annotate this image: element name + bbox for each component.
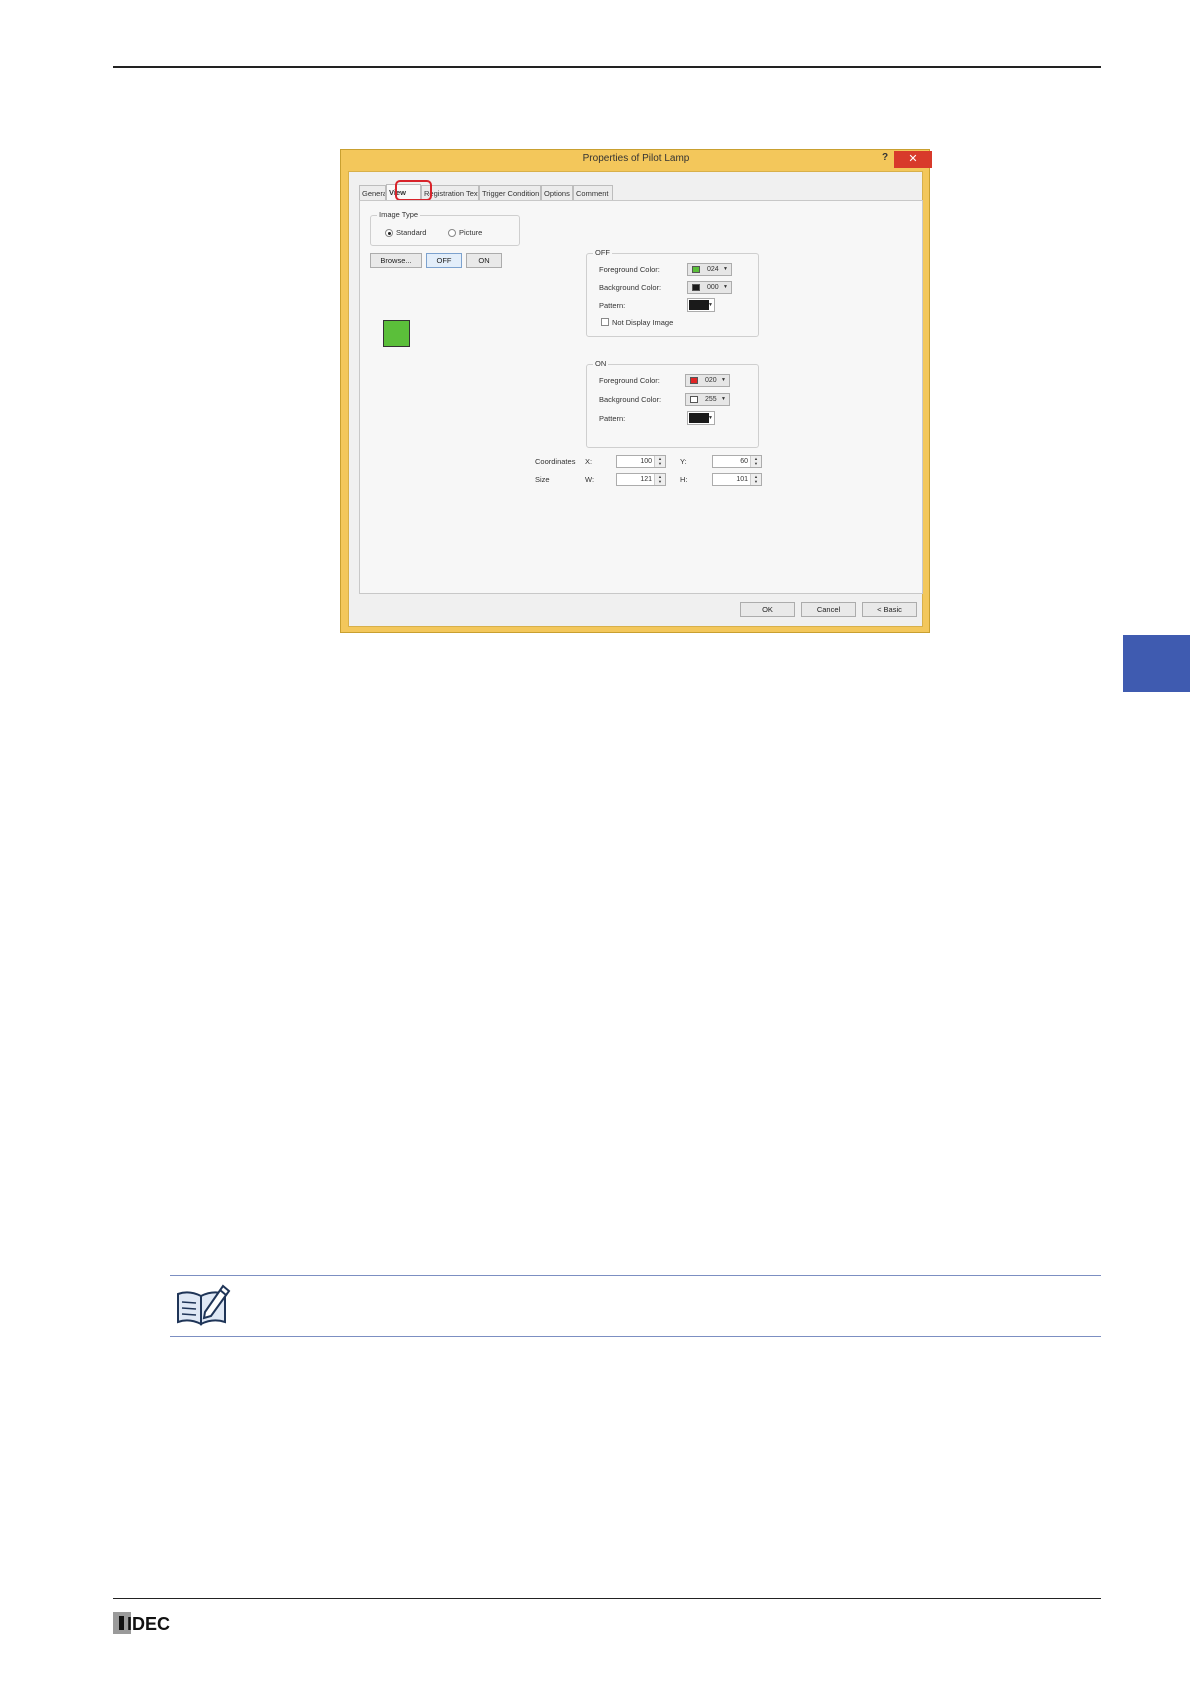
off-foreground-swatch xyxy=(692,266,700,273)
standard-radio[interactable] xyxy=(385,229,393,237)
picture-radio[interactable] xyxy=(448,229,456,237)
pattern-swatch xyxy=(689,413,709,423)
x-value: 100 xyxy=(640,458,652,465)
close-button[interactable]: ✕ xyxy=(894,151,932,168)
footer-rule xyxy=(113,1598,1101,1599)
not-display-image-label: Not Display Image xyxy=(612,318,674,327)
on-foreground-swatch xyxy=(690,377,698,384)
basic-button[interactable]: < Basic xyxy=(862,602,917,617)
chapter-side-tab xyxy=(1123,635,1190,692)
chevron-down-icon: ▼ xyxy=(723,284,728,290)
spin-arrows-icon[interactable]: ▲ ▼ xyxy=(654,456,665,467)
picture-label: Picture xyxy=(459,228,483,237)
y-value: 60 xyxy=(740,458,748,465)
off-background-swatch xyxy=(692,284,700,291)
on-background-value: 255 xyxy=(705,396,717,403)
on-background-color-select[interactable]: 255 ▼ xyxy=(685,393,730,406)
tab-comment[interactable]: Comment xyxy=(573,185,613,200)
help-icon[interactable]: ? xyxy=(882,152,888,163)
off-background-color-select[interactable]: 000 ▼ xyxy=(687,281,732,294)
w-spinbox[interactable]: 121 ▲ ▼ xyxy=(616,473,666,486)
off-foreground-value: 024 xyxy=(707,266,719,273)
on-foreground-label: Foreground Color: xyxy=(599,376,660,385)
h-value: 101 xyxy=(736,476,748,483)
pilot-lamp-properties-dialog: Properties of Pilot Lamp ? ✕ General Vie… xyxy=(340,149,932,633)
not-display-image-checkbox[interactable] xyxy=(601,318,609,326)
browse-button[interactable]: Browse... xyxy=(370,253,422,268)
on-legend: ON xyxy=(593,359,609,368)
chevron-down-icon: ▼ xyxy=(721,396,726,402)
off-button[interactable]: OFF xyxy=(426,253,462,268)
note-bottom-rule xyxy=(170,1336,1101,1337)
logo-text: IDEC xyxy=(127,1614,170,1634)
spin-arrows-icon[interactable]: ▲ ▼ xyxy=(750,474,761,485)
on-background-swatch xyxy=(690,396,698,403)
note-top-rule xyxy=(170,1275,1101,1276)
on-foreground-value: 020 xyxy=(705,377,717,384)
on-background-label: Background Color: xyxy=(599,395,662,404)
on-foreground-color-select[interactable]: 020 ▼ xyxy=(685,374,730,387)
image-type-group: Image Type Standard Picture xyxy=(370,210,520,246)
dialog-body: General View Registration Text Trigger C… xyxy=(348,171,923,627)
chevron-down-icon: ▼ xyxy=(708,302,713,308)
on-pattern-label: Pattern: xyxy=(599,414,626,423)
off-legend: OFF xyxy=(593,248,612,257)
w-value: 121 xyxy=(640,476,652,483)
off-pattern-select[interactable]: ▼ xyxy=(687,298,715,312)
spin-arrows-icon[interactable]: ▲ ▼ xyxy=(750,456,761,467)
x-label: X: xyxy=(585,457,593,466)
view-tab-page: Image Type Standard Picture Browse... OF… xyxy=(359,200,923,594)
y-spinbox[interactable]: 60 ▲ ▼ xyxy=(712,455,762,468)
chevron-down-icon: ▼ xyxy=(721,377,726,383)
dialog-title: Properties of Pilot Lamp xyxy=(582,153,690,164)
h-label: H: xyxy=(680,475,688,484)
cancel-button[interactable]: Cancel xyxy=(801,602,856,617)
tab-options[interactable]: Options xyxy=(541,185,573,200)
off-background-value: 000 xyxy=(707,284,719,291)
size-label: Size xyxy=(535,475,550,484)
on-pattern-select[interactable]: ▼ xyxy=(687,411,715,425)
image-type-legend: Image Type xyxy=(377,210,421,219)
ok-button[interactable]: OK xyxy=(740,602,795,617)
pattern-swatch xyxy=(689,300,709,310)
x-spinbox[interactable]: 100 ▲ ▼ xyxy=(616,455,666,468)
coordinates-label: Coordinates xyxy=(535,457,576,466)
off-foreground-color-select[interactable]: 024 ▼ xyxy=(687,263,732,276)
tab-trigger-condition[interactable]: Trigger Condition xyxy=(479,185,541,200)
on-settings-group: ON Foreground Color: 020 ▼ Background Co… xyxy=(586,359,759,448)
off-background-label: Background Color: xyxy=(599,283,662,292)
lamp-preview xyxy=(383,320,410,347)
w-label: W: xyxy=(585,475,595,484)
header-rule xyxy=(113,66,1101,68)
standard-label: Standard xyxy=(396,228,427,237)
off-foreground-label: Foreground Color: xyxy=(599,265,660,274)
chevron-down-icon: ▼ xyxy=(708,415,713,421)
on-button[interactable]: ON xyxy=(466,253,502,268)
y-label: Y: xyxy=(680,457,687,466)
view-tab-highlight xyxy=(395,180,432,201)
note-pencil-icon xyxy=(175,1282,231,1328)
h-spinbox[interactable]: 101 ▲ ▼ xyxy=(712,473,762,486)
off-pattern-label: Pattern: xyxy=(599,301,626,310)
off-settings-group: OFF Foreground Color: 024 ▼ Background C… xyxy=(586,248,759,337)
chevron-down-icon: ▼ xyxy=(723,266,728,272)
spin-arrows-icon[interactable]: ▲ ▼ xyxy=(654,474,665,485)
idec-logo: IDEC xyxy=(113,1612,183,1634)
tab-general[interactable]: General xyxy=(359,185,386,200)
